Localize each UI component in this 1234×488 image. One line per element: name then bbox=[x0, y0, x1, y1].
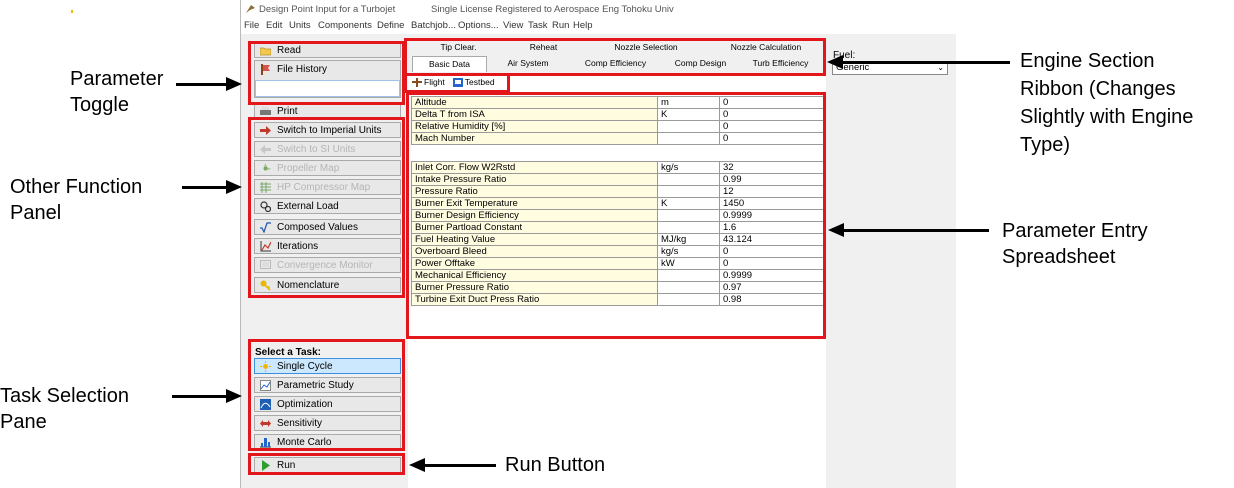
arrow-run-button bbox=[420, 464, 496, 467]
highlight-run bbox=[248, 453, 405, 475]
menu-options[interactable]: Options... bbox=[458, 20, 499, 31]
highlight-task-selection bbox=[248, 339, 405, 451]
annotation-other-function: Other Function Panel bbox=[10, 176, 143, 224]
highlight-other-function bbox=[248, 117, 405, 298]
license-text: Single License Registered to Aerospace E… bbox=[431, 4, 674, 15]
highlight-engine-ribbon bbox=[404, 38, 826, 76]
menu-batchjob[interactable]: Batchjob... bbox=[411, 20, 456, 31]
menu-view[interactable]: View bbox=[503, 20, 523, 31]
highlight-parameter-toggle bbox=[404, 73, 510, 93]
arrowhead-icon bbox=[226, 77, 242, 91]
menu-run[interactable]: Run bbox=[552, 20, 569, 31]
menu-file[interactable]: File bbox=[244, 20, 259, 31]
menu-components[interactable]: Components bbox=[318, 20, 372, 31]
menu-units[interactable]: Units bbox=[289, 20, 311, 31]
annotation-parameter-toggle: Parameter Toggle bbox=[70, 68, 164, 116]
title-bar: Design Point Input for a Turbojet Single… bbox=[241, 0, 956, 18]
arrow-task-selection bbox=[172, 395, 231, 398]
arrow-parameter-entry bbox=[839, 229, 989, 232]
arrowhead-icon bbox=[226, 389, 242, 403]
decorative-mark bbox=[71, 10, 73, 13]
arrow-engine-section bbox=[838, 61, 1010, 64]
menu-bar: File Edit Units Components Define Batchj… bbox=[241, 18, 956, 34]
app-icon bbox=[245, 4, 256, 17]
menu-help[interactable]: Help bbox=[573, 20, 593, 31]
fuel-panel: Fuel: Generic ⌄ bbox=[826, 34, 956, 488]
menu-task[interactable]: Task bbox=[528, 20, 548, 31]
menu-edit[interactable]: Edit bbox=[266, 20, 282, 31]
window-title: Design Point Input for a Turbojet bbox=[259, 4, 396, 15]
annotation-run-button: Run Button bbox=[505, 454, 606, 476]
highlight-spreadsheet bbox=[406, 92, 826, 339]
arrow-other-function bbox=[182, 186, 231, 189]
annotation-task-selection: Task Selection Pane bbox=[0, 385, 129, 433]
highlight-read bbox=[248, 41, 405, 105]
print-icon bbox=[260, 106, 271, 117]
arrowhead-icon bbox=[226, 180, 242, 194]
menu-define[interactable]: Define bbox=[377, 20, 404, 31]
arrow-parameter-toggle bbox=[176, 83, 231, 86]
annotation-parameter-entry: Parameter Entry Spreadsheet bbox=[1002, 220, 1148, 268]
annotation-engine-section: Engine Section Ribbon (Changes Slightly wi… bbox=[1020, 50, 1194, 156]
